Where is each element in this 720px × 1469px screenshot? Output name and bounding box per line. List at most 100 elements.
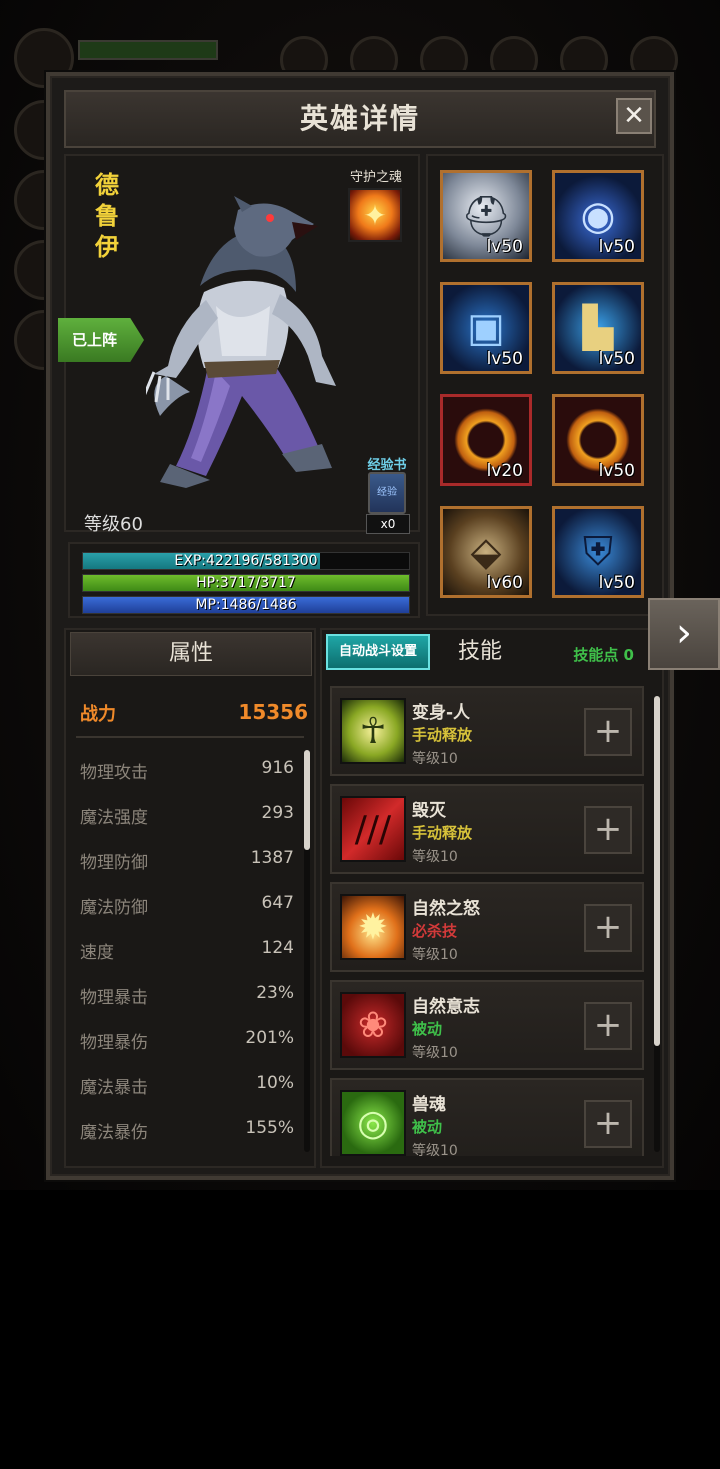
attributes-header: 属性 xyxy=(70,632,312,676)
skills-panel: 自动战斗设置 技能 技能点 0 ☥ 变身-人 手动释放 等级10 +///毁灭 手动释放等… xyxy=(320,628,664,1168)
skill-item[interactable]: ◎ 兽魂 被动 等级10 + xyxy=(330,1078,644,1156)
stat-label: 魔法强度 xyxy=(80,808,148,828)
equip-slot-boots[interactable]: ▙ lv50 xyxy=(552,282,644,374)
upgrade-skill-button[interactable]: + xyxy=(584,806,632,854)
plus-icon: + xyxy=(593,1103,623,1143)
attributes-scrollbar[interactable] xyxy=(304,750,310,1152)
stat-row: 物理暴伤 201% xyxy=(80,1028,294,1056)
exp-book-count: x0 xyxy=(366,514,410,534)
skill-level: 等级10 xyxy=(412,751,458,767)
deployed-badge: 已上阵 xyxy=(58,318,144,362)
exp-book-label: 经验书 xyxy=(367,458,407,473)
stat-value: 647 xyxy=(261,893,294,913)
upgrade-skill-button[interactable]: + xyxy=(584,1100,632,1148)
skill-type: 手动释放 xyxy=(412,824,473,842)
skill-name: 自然意志 xyxy=(412,997,480,1017)
skill-name: 兽魂 xyxy=(412,1095,446,1115)
upgrade-skill-button[interactable]: + xyxy=(584,1002,632,1050)
skill-item[interactable]: ✹ 自然之怒 必杀技 等级10 + xyxy=(330,882,644,972)
scroll-thumb[interactable] xyxy=(654,696,660,1046)
stat-row: 物理暴击 23% xyxy=(80,983,294,1011)
equip-level: lv50 xyxy=(598,461,635,481)
skill-type: 必杀技 xyxy=(412,922,458,940)
equip-slot-amulet[interactable]: ◉ lv50 xyxy=(552,170,644,262)
stat-row: 魔法暴击 10% xyxy=(80,1073,294,1101)
exp-book-icon[interactable]: 经验 xyxy=(368,472,406,514)
equip-slot-bracer[interactable]: ⬙ lv60 xyxy=(440,506,532,598)
auto-battle-settings-button[interactable]: 自动战斗设置 xyxy=(326,634,430,670)
stat-label: 物理防御 xyxy=(80,853,148,873)
werewolf-portrait xyxy=(146,196,336,488)
equip-level: lv50 xyxy=(486,349,523,369)
equip-slot-ring-2[interactable]: lv50 xyxy=(552,394,644,486)
skill-item[interactable]: ❀ 自然意志 被动 等级10 + xyxy=(330,980,644,1070)
equip-level: lv50 xyxy=(486,237,523,257)
stat-row: 魔法暴伤 155% xyxy=(80,1118,294,1146)
equipment-grid: ⛑ lv50 ◉ lv50 ▣ lv50 ▙ lv50 lv20 lv50 ⬙ … xyxy=(426,154,664,616)
guard-soul-label: 守护之魂 xyxy=(349,170,402,185)
skill-type: 被动 xyxy=(412,1118,443,1136)
hp-bar-text: HP:3717/3717 xyxy=(196,575,296,591)
stat-value: 23% xyxy=(256,983,294,1003)
equip-slot-helmet[interactable]: ⛑ lv50 xyxy=(440,170,532,262)
plus-icon: + xyxy=(593,711,623,751)
close-button[interactable]: ✕ xyxy=(616,98,652,134)
equip-level: lv50 xyxy=(598,573,635,593)
equip-level: lv60 xyxy=(486,573,523,593)
equip-slot-shield[interactable]: ⛨ lv50 xyxy=(552,506,644,598)
claw-icon: /// xyxy=(340,796,406,862)
next-hero-button[interactable]: › xyxy=(648,598,720,670)
skill-type: 手动释放 xyxy=(412,726,473,744)
hero-detail-panel: 英雄详情 ✕ 德鲁伊 守护之魂 ✦ 已上阵 等级60 经验书 经验 x0 EXP… xyxy=(46,72,674,1180)
stat-value: 293 xyxy=(261,803,294,823)
stat-label: 物理暴伤 xyxy=(80,1033,148,1053)
stat-value: 124 xyxy=(261,938,294,958)
stat-bars: EXP:422196/581300 HP:3717/3717 MP:1486/1… xyxy=(68,542,420,618)
fire-icon: ✹ xyxy=(340,894,406,960)
skill-level: 等级10 xyxy=(412,1143,458,1156)
skill-item[interactable]: /// 毁灭 手动释放 等级10 + xyxy=(330,784,644,874)
transform-icon: ☥ xyxy=(340,698,406,764)
hero-level: 等级60 xyxy=(84,514,143,535)
hero-name: 德鲁伊 xyxy=(95,171,119,261)
upgrade-skill-button[interactable]: + xyxy=(584,708,632,756)
skills-scrollbar[interactable] xyxy=(654,696,660,1152)
plus-icon: + xyxy=(593,907,623,947)
skill-level: 等级10 xyxy=(412,849,458,865)
bg-hp-bar xyxy=(78,40,218,60)
mp-bar-text: MP:1486/1486 xyxy=(195,597,297,613)
power-label: 战力 xyxy=(80,704,116,725)
phoenix-icon[interactable]: ✦ xyxy=(348,188,402,242)
stat-value: 916 xyxy=(261,758,294,778)
equip-slot-ring-1[interactable]: lv20 xyxy=(440,394,532,486)
mp-bar: MP:1486/1486 xyxy=(82,596,410,614)
equip-slot-armor[interactable]: ▣ lv50 xyxy=(440,282,532,374)
stat-label: 魔法暴击 xyxy=(80,1078,148,1098)
equip-level: lv50 xyxy=(598,237,635,257)
stat-row: 魔法强度 293 xyxy=(80,803,294,831)
title-bar: 英雄详情 xyxy=(64,90,656,148)
power-value: 15356 xyxy=(238,700,308,724)
skill-list: ☥ 变身-人 手动释放 等级10 +///毁灭 手动释放 等级10 + ✹ 自然之怒 必杀技 等级10… xyxy=(330,686,644,1156)
stat-value: 201% xyxy=(245,1028,294,1048)
stat-row: 物理攻击 916 xyxy=(80,758,294,786)
stat-row: 速度 124 xyxy=(80,938,294,966)
paw-icon: ❀ xyxy=(340,992,406,1058)
skill-name: 变身-人 xyxy=(412,703,471,723)
upgrade-skill-button[interactable]: + xyxy=(584,904,632,952)
equip-level: lv20 xyxy=(486,461,523,481)
scroll-thumb[interactable] xyxy=(304,750,310,850)
chevron-right-icon: › xyxy=(676,610,692,656)
tab-skills[interactable]: 技能 xyxy=(458,634,502,670)
skill-name: 自然之怒 xyxy=(412,899,480,919)
panel-title: 英雄详情 xyxy=(299,102,420,135)
exp-bar-text: EXP:422196/581300 xyxy=(174,553,318,569)
stat-value: 1387 xyxy=(250,848,294,868)
stat-label: 魔法暴伤 xyxy=(80,1123,148,1143)
plus-icon: + xyxy=(593,1005,623,1045)
stat-value: 155% xyxy=(245,1118,294,1138)
exp-bar: EXP:422196/581300 xyxy=(82,552,410,570)
stat-label: 物理暴击 xyxy=(80,988,148,1008)
skill-item[interactable]: ☥ 变身-人手动释放等级10 + xyxy=(330,686,644,776)
divider xyxy=(76,736,304,738)
